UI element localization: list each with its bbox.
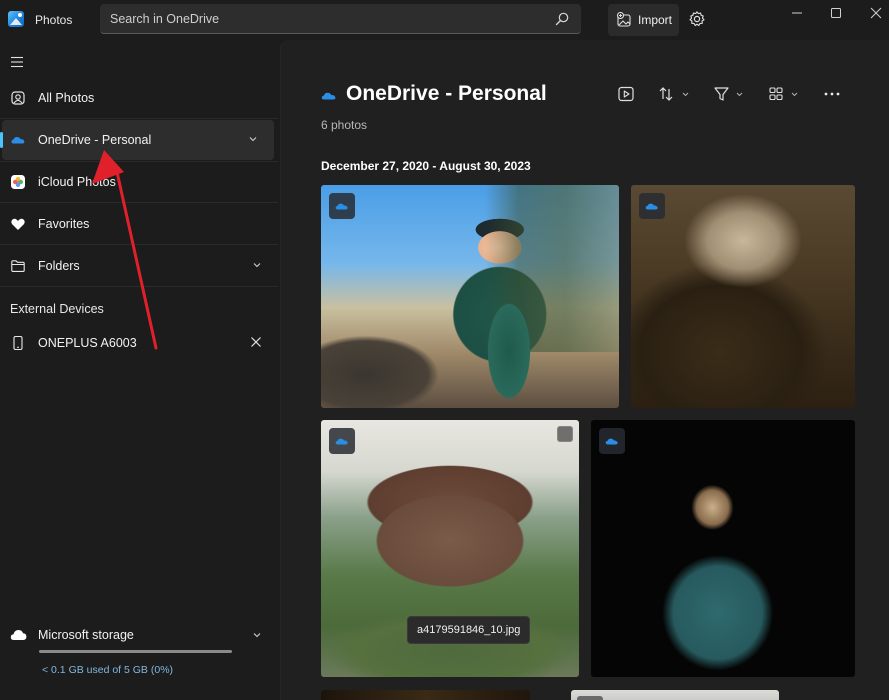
app-title: Photos: [35, 13, 73, 27]
sidebar-item-label: iCloud Photos: [38, 175, 116, 189]
sidebar-item-device-oneplus[interactable]: ONEPLUS A6003: [0, 323, 278, 363]
onedrive-cloud-icon: [335, 203, 348, 210]
photo-count: 6 photos: [321, 118, 368, 132]
import-label: Import: [638, 13, 673, 27]
onedrive-cloud-icon: [645, 203, 658, 210]
sidebar: All Photos OneDrive - Personal iCloud Ph…: [0, 40, 280, 700]
sidebar-item-label: ONEPLUS A6003: [38, 336, 137, 350]
chevron-down-icon[interactable]: [252, 630, 262, 640]
divider: [0, 286, 278, 287]
search-input[interactable]: Search in OneDrive: [100, 4, 581, 34]
title-bar: Photos Search in OneDrive Import: [0, 0, 889, 40]
photo-thumbnail[interactable]: [321, 690, 530, 700]
heart-icon: [11, 218, 25, 230]
close-icon[interactable]: [250, 336, 262, 348]
onedrive-cloud-icon: [605, 438, 618, 445]
folder-icon: [11, 260, 25, 272]
photo-badge: [577, 696, 603, 700]
onedrive-badge: [639, 193, 665, 219]
minimize-button[interactable]: [782, 4, 812, 22]
page-title: OneDrive - Personal: [346, 82, 547, 105]
sidebar-item-label: Folders: [38, 259, 80, 273]
onedrive-badge: [329, 193, 355, 219]
sidebar-item-label: OneDrive - Personal: [38, 133, 152, 147]
select-checkbox[interactable]: [557, 426, 573, 442]
photo-thumbnail[interactable]: [571, 690, 779, 700]
active-indicator: [0, 132, 3, 148]
import-button[interactable]: Import: [608, 4, 679, 36]
phone-icon: [13, 335, 23, 351]
storage-progress-bar: [39, 650, 232, 653]
date-range-heading: December 27, 2020 - August 30, 2023: [321, 159, 531, 173]
settings-gear-icon[interactable]: [688, 10, 706, 28]
sidebar-item-all-photos[interactable]: All Photos: [0, 78, 278, 118]
sidebar-item-folders[interactable]: Folders: [0, 246, 278, 286]
storage-label: Microsoft storage: [38, 628, 134, 642]
search-placeholder: Search in OneDrive: [110, 12, 220, 26]
all-photos-icon: [11, 91, 25, 105]
chevron-down-icon[interactable]: [248, 134, 258, 144]
onedrive-cloud-icon: [335, 438, 348, 445]
sidebar-item-label: Favorites: [38, 217, 90, 231]
more-options-icon[interactable]: [823, 84, 841, 104]
slideshow-icon[interactable]: [617, 84, 635, 104]
close-window-button[interactable]: [861, 4, 889, 22]
photo-thumbnail[interactable]: [631, 185, 855, 408]
icloud-photos-icon: [11, 175, 25, 189]
photo-content: [475, 218, 542, 408]
photos-app-icon: [8, 11, 24, 27]
filter-icon[interactable]: [713, 84, 747, 104]
sort-icon[interactable]: [658, 84, 692, 104]
chevron-down-icon[interactable]: [252, 260, 262, 270]
onedrive-cloud-icon: [321, 92, 336, 100]
external-devices-heading: External Devices: [10, 302, 104, 316]
divider: [0, 202, 278, 203]
maximize-button[interactable]: [821, 4, 851, 22]
photo-thumbnail-hovered[interactable]: a4179591846_10.jpg: [321, 420, 579, 677]
onedrive-badge: [599, 428, 625, 454]
onedrive-badge: [329, 428, 355, 454]
photos-app-window: Photos Search in OneDrive Import All Pho…: [0, 0, 889, 700]
search-icon[interactable]: [555, 12, 569, 26]
divider: [0, 118, 278, 119]
photo-thumbnail[interactable]: [591, 420, 855, 677]
filename-tooltip: a4179591846_10.jpg: [407, 616, 531, 644]
main-content: OneDrive - Personal 6 photos December 27…: [280, 40, 889, 700]
hamburger-menu-icon[interactable]: [10, 56, 24, 68]
sidebar-item-favorites[interactable]: Favorites: [0, 204, 278, 244]
import-icon: [616, 12, 631, 27]
storage-usage-link[interactable]: < 0.1 GB used of 5 GB (0%): [42, 664, 173, 676]
cloud-icon: [10, 630, 27, 640]
sidebar-item-onedrive-personal[interactable]: OneDrive - Personal: [0, 120, 274, 160]
sidebar-item-icloud-photos[interactable]: iCloud Photos: [0, 162, 278, 202]
view-layout-icon[interactable]: [768, 84, 802, 104]
onedrive-cloud-icon: [11, 137, 25, 144]
sidebar-item-label: All Photos: [38, 91, 95, 105]
photo-thumbnail[interactable]: [321, 185, 619, 408]
microsoft-storage-panel[interactable]: Microsoft storage < 0.1 GB used of 5 GB …: [0, 620, 278, 690]
divider: [0, 244, 278, 245]
